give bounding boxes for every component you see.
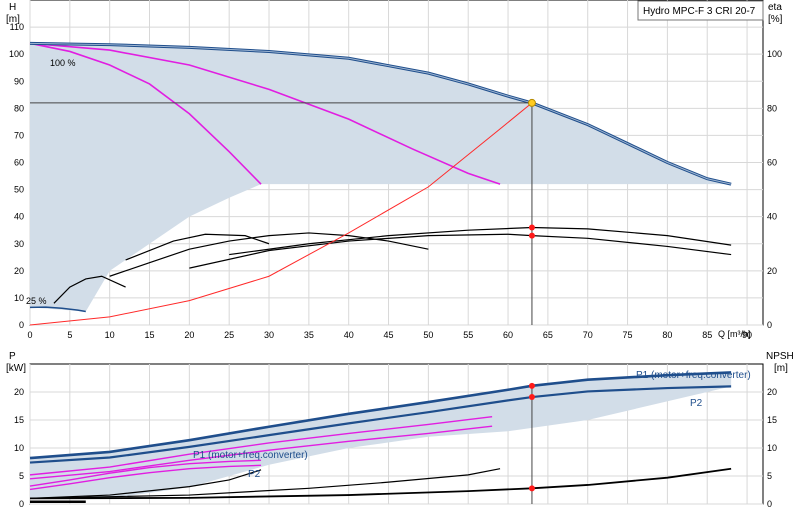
duty-point-marker: [527, 98, 536, 107]
head-tick-label: 60: [14, 158, 24, 168]
head-tick-label: 90: [14, 76, 24, 86]
power-tick-label: 15: [14, 415, 24, 425]
npsh-axis-label: NPSH: [766, 351, 794, 362]
eta-tick-label: 60: [767, 158, 777, 168]
power-axis-label: P: [9, 351, 16, 362]
x-tick-label: 55: [463, 330, 473, 340]
power-duty-marker: [528, 485, 535, 492]
power-tick-label: 0: [19, 499, 24, 509]
x-tick-label: 70: [583, 330, 593, 340]
power-tick-label: 20: [14, 387, 24, 397]
x-tick-label: 75: [623, 330, 633, 340]
head-tick-label: 80: [14, 103, 24, 113]
npsh-tick-label: 0: [767, 499, 772, 509]
speed-label: 100 %: [50, 58, 76, 68]
eta-tick-label: 20: [767, 266, 777, 276]
head-panel: 0 5 10 15 20 25 30 35 40 45 50 55 60 65 70 75 80 85 900102…: [6, 0, 783, 340]
npsh-tick-label: 10: [767, 443, 777, 453]
p2-main-label: P2: [690, 398, 703, 409]
npsh-tick-label: 20: [767, 387, 777, 397]
x-tick-label: 35: [304, 330, 314, 340]
npsh-tick-label: 15: [767, 415, 777, 425]
head-tick-label: 40: [14, 212, 24, 222]
head-tick-label: 30: [14, 239, 24, 249]
x-tick-label: 20: [184, 330, 194, 340]
pump-performance-chart: 0 5 10 15 20 25 30 35 40 45 50 55 60 65 70 75 80 85 900102…: [6, 0, 794, 509]
x-tick-label: 40: [344, 330, 354, 340]
eta2-duty-marker: [528, 232, 535, 239]
x-tick-label: 15: [145, 330, 155, 340]
eta-duty-marker: [528, 224, 535, 231]
pump-title: Hydro MPC-F 3 CRI 20-7: [643, 6, 756, 17]
head-tick-label: 100: [9, 49, 24, 59]
npsh-tick-label: 5: [767, 471, 772, 481]
x-tick-label: 65: [543, 330, 553, 340]
x-tick-label: 0: [27, 330, 32, 340]
title-box: Hydro MPC-F 3 CRI 20-7: [637, 0, 764, 21]
x-tick-label: 30: [264, 330, 274, 340]
head-axis-label: H: [9, 2, 16, 13]
power-duty-marker: [528, 382, 535, 389]
eta-tick-label: 40: [767, 212, 777, 222]
head-tick-label: 0: [19, 320, 24, 330]
eta-tick-label: 0: [767, 320, 772, 330]
power-axis-unit: [kW]: [6, 363, 26, 374]
npsh-axis-unit: [m]: [774, 363, 788, 374]
eta-axis-unit: [%]: [768, 14, 783, 25]
min-speed-label: 25 %: [26, 296, 47, 306]
x-tick-label: 10: [105, 330, 115, 340]
power-duty-marker: [528, 394, 535, 401]
head-tick-label: 50: [14, 185, 24, 195]
head-axis-unit: [m]: [6, 14, 20, 25]
power-panel: 0 5 10 15 20 0 5 10 15 20 P [kW] NPSH [m] P1 (mot…: [6, 351, 794, 509]
x-tick-label: 80: [662, 330, 672, 340]
eta-axis-label: eta: [768, 2, 782, 13]
x-tick-label: 5: [67, 330, 72, 340]
p1-main-label: P1 (motor+freq.converter): [636, 370, 751, 381]
x-tick-label: 85: [702, 330, 712, 340]
head-tick-label: 70: [14, 130, 24, 140]
head-tick-label: 20: [14, 266, 24, 276]
p2-part-label: P2: [248, 469, 261, 480]
x-tick-label: 60: [503, 330, 513, 340]
power-tick-label: 5: [19, 471, 24, 481]
x-tick-label: 25: [224, 330, 234, 340]
eta-tick-label: 100: [767, 49, 782, 59]
power-tick-label: 10: [14, 443, 24, 453]
x-tick-label: 45: [384, 330, 394, 340]
x-tick-label: 50: [423, 330, 433, 340]
p1-part-label: P1 (motor+freq.converter): [193, 450, 308, 461]
head-tick-label: 10: [14, 293, 24, 303]
flow-axis-label: Q [m³/h]: [718, 329, 751, 339]
eta-tick-label: 80: [767, 103, 777, 113]
